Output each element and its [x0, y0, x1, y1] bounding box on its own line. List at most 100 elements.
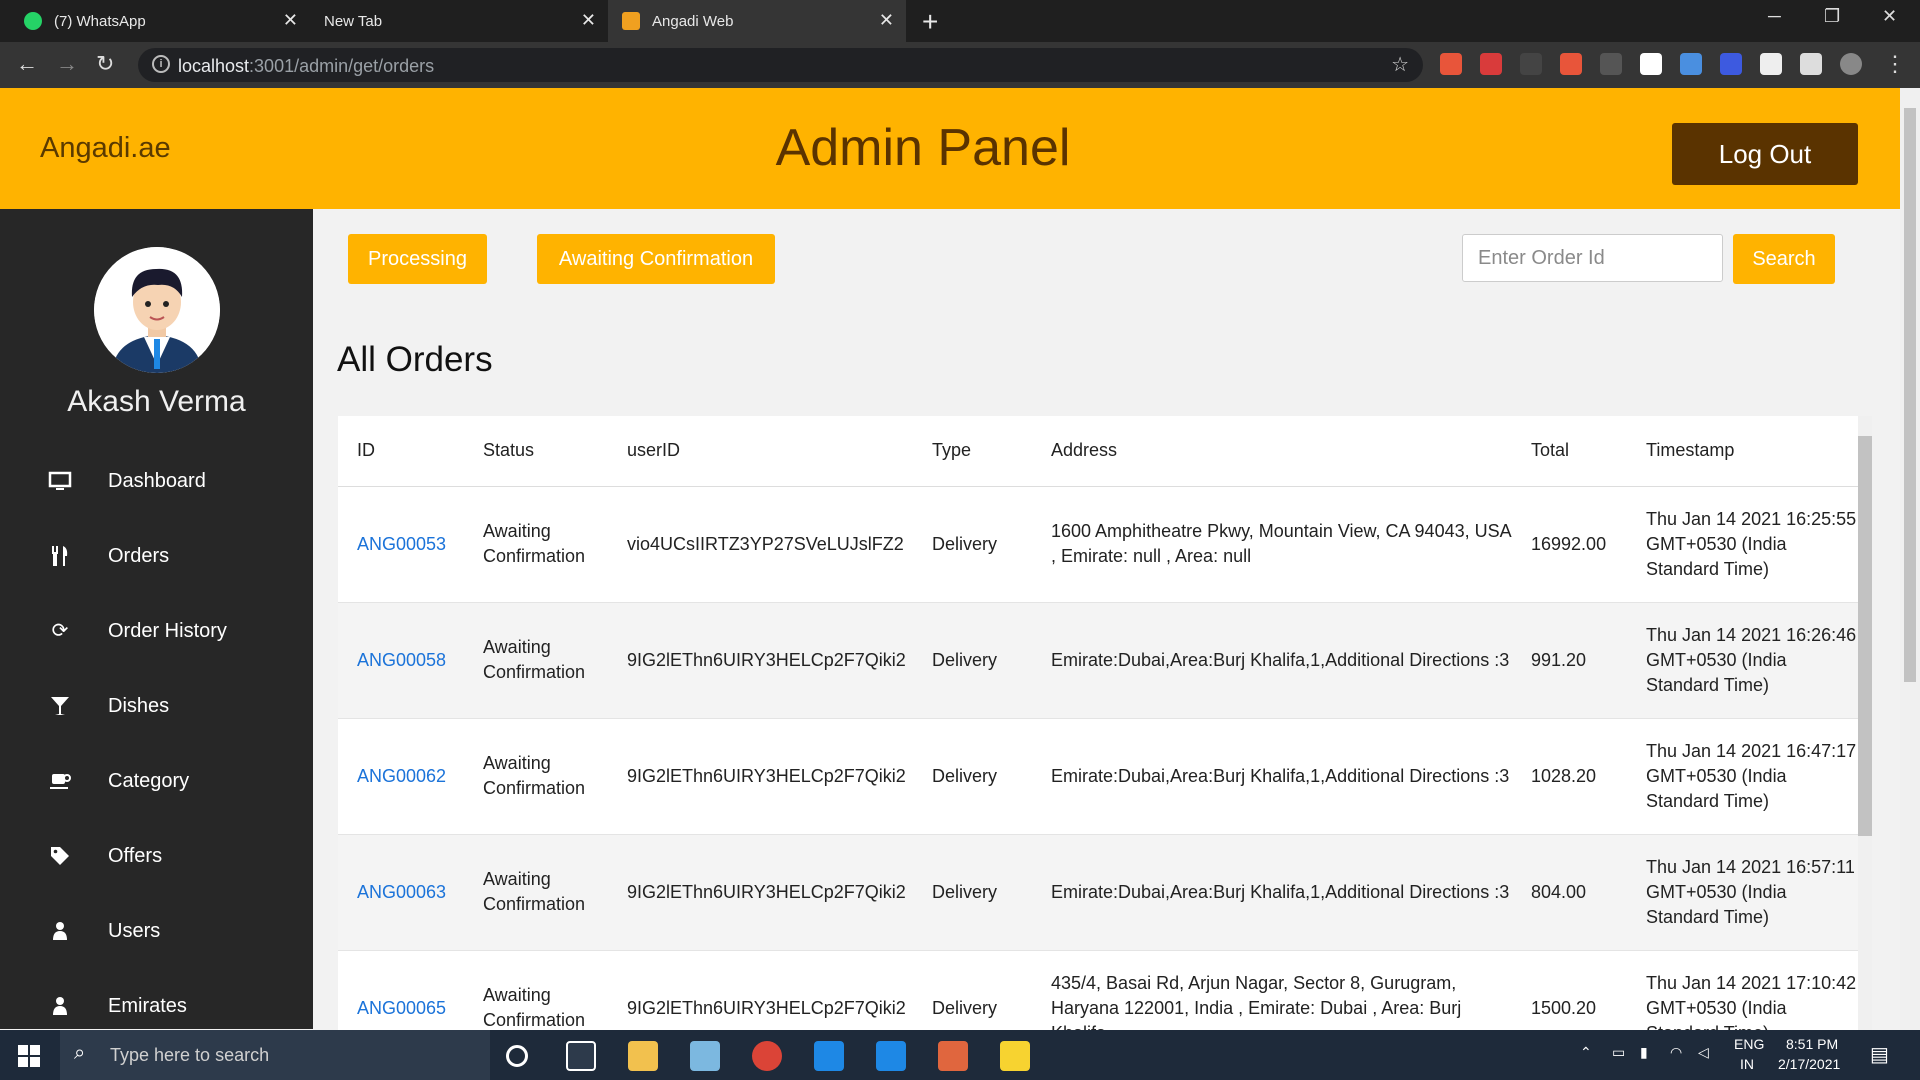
whatsapp-icon [24, 12, 42, 30]
sidebar-item-label: Dashboard [108, 469, 206, 492]
restore-icon[interactable]: ❐ [1824, 6, 1840, 27]
order-user-id: 9IG2lEThn6UIRY3HELCp2F7Qiki2 [608, 834, 913, 951]
sidebar-item-dishes[interactable]: Dishes [0, 676, 313, 736]
tab-whatsapp[interactable]: (7) WhatsApp ✕ [10, 0, 310, 42]
order-status: Awaiting Confirmation [464, 486, 608, 603]
order-user-id: 9IG2lEThn6UIRY3HELCp2F7Qiki2 [608, 602, 913, 719]
battery-icon[interactable]: ▮ [1640, 1044, 1648, 1061]
chrome-icon[interactable] [752, 1041, 782, 1071]
region-indicator: IN [1740, 1056, 1754, 1072]
order-user-id: 9IG2lEThn6UIRY3HELCp2F7Qiki2 [608, 718, 913, 835]
reload-icon[interactable]: ↻ [96, 51, 114, 77]
sidebar-item-emirates[interactable]: Emirates [0, 976, 313, 1036]
table-row[interactable]: ANG00063 Awaiting Confirmation 9IG2lEThn… [338, 834, 1858, 951]
sidebar-item-orders[interactable]: Orders [0, 526, 313, 586]
sidebar-item-offers[interactable]: Offers [0, 826, 313, 886]
tab-title: Angadi Web [652, 12, 734, 30]
sidebar-item-label: Emirates [108, 994, 187, 1017]
order-total: 804.00 [1512, 834, 1627, 951]
taskbar: ⌕ Type here to search ⌃ ▭ ▮ ◠ ◁ ENG IN 8… [0, 1030, 1920, 1080]
order-address: 435/4, Basai Rd, Arjun Nagar, Sector 8, … [1032, 950, 1512, 1030]
extension-icon[interactable] [1480, 53, 1502, 75]
order-id-search-input[interactable] [1462, 234, 1723, 282]
awaiting-confirmation-filter-button[interactable]: Awaiting Confirmation [537, 234, 775, 284]
sidebar-item-label: Order History [108, 619, 227, 642]
extension-icon[interactable] [1760, 53, 1782, 75]
tab-title: New Tab [324, 12, 383, 30]
order-status: Awaiting Confirmation [464, 834, 608, 951]
order-id-link[interactable]: ANG00053 [338, 486, 464, 603]
close-icon[interactable]: ✕ [879, 10, 894, 31]
browser-toolbar: ← → ↻ i localhost:3001/admin/get/orders … [0, 42, 1920, 88]
extension-icon[interactable] [1640, 53, 1662, 75]
cortana-icon[interactable] [506, 1045, 528, 1067]
search-button[interactable]: Search [1733, 234, 1835, 284]
taskbar-search-box[interactable]: ⌕ Type here to search [60, 1030, 490, 1080]
vscode-icon[interactable] [814, 1041, 844, 1071]
extension-icon[interactable] [1600, 53, 1622, 75]
tab-new-tab[interactable]: New Tab ✕ [310, 0, 608, 42]
sidebar-item-users[interactable]: Users [0, 901, 313, 961]
wifi-icon[interactable]: ◠ [1670, 1044, 1682, 1061]
new-tab-icon[interactable]: + [922, 6, 938, 38]
menu-kebab-icon[interactable]: ⋮ [1884, 51, 1906, 77]
sticky-notes-icon[interactable] [1000, 1041, 1030, 1071]
site-info-icon[interactable]: i [152, 55, 170, 73]
extension-icon[interactable] [1680, 53, 1702, 75]
notepad-icon[interactable] [690, 1041, 720, 1071]
extension-icon[interactable] [1720, 53, 1742, 75]
figma-icon[interactable] [938, 1041, 968, 1071]
vscode-icon[interactable] [876, 1041, 906, 1071]
forward-icon[interactable]: → [56, 51, 78, 77]
table-row[interactable]: ANG00058 Awaiting Confirmation 9IG2lEThn… [338, 602, 1858, 719]
profile-avatar-icon[interactable] [1840, 53, 1862, 75]
back-icon[interactable]: ← [16, 51, 38, 77]
sidebar-item-order-history[interactable]: ⟳ Order History [0, 601, 313, 661]
table-row[interactable]: ANG00065 Awaiting Confirmation 9IG2lEThn… [338, 950, 1858, 1030]
orders-table: ID Status userID Type Address Total Time… [338, 416, 1858, 1030]
clock-time[interactable]: 8:51 PM [1786, 1036, 1838, 1052]
tab-angadi-web[interactable]: Angadi Web ✕ [608, 0, 906, 42]
order-status: Awaiting Confirmation [464, 950, 608, 1030]
order-type: Delivery [913, 602, 1032, 719]
column-header-status: Status [464, 416, 608, 487]
minimize-icon[interactable]: ─ [1768, 6, 1781, 27]
table-scrollbar[interactable] [1858, 416, 1872, 1030]
puzzle-icon[interactable] [1800, 53, 1822, 75]
close-icon[interactable]: ✕ [283, 10, 298, 31]
order-id-link[interactable]: ANG00062 [338, 718, 464, 835]
scrollbar-thumb[interactable] [1904, 108, 1916, 682]
extension-icon[interactable] [1520, 53, 1542, 75]
order-timestamp: Thu Jan 14 2021 16:25:55 GMT+0530 (India… [1627, 486, 1858, 603]
window-close-icon[interactable]: ✕ [1882, 6, 1897, 27]
order-id-link[interactable]: ANG00058 [338, 602, 464, 719]
chevron-up-icon[interactable]: ⌃ [1580, 1044, 1592, 1061]
processing-filter-button[interactable]: Processing [348, 234, 487, 284]
sidebar-item-dashboard[interactable]: Dashboard [0, 451, 313, 511]
notification-icon[interactable]: ▤ [1870, 1042, 1889, 1067]
network-icon[interactable]: ▭ [1612, 1044, 1625, 1061]
order-user-id: 9IG2lEThn6UIRY3HELCp2F7Qiki2 [608, 950, 913, 1030]
order-id-link[interactable]: ANG00063 [338, 834, 464, 951]
close-icon[interactable]: ✕ [581, 10, 596, 31]
table-row[interactable]: ANG00062 Awaiting Confirmation 9IG2lEThn… [338, 718, 1858, 835]
extension-icon[interactable] [1440, 53, 1462, 75]
logout-button[interactable]: Log Out [1672, 123, 1858, 185]
order-type: Delivery [913, 834, 1032, 951]
sidebar-item-category[interactable]: Category [0, 751, 313, 811]
windows-start-icon[interactable] [18, 1045, 40, 1067]
task-view-icon[interactable] [566, 1041, 596, 1071]
file-explorer-icon[interactable] [628, 1041, 658, 1071]
page-scrollbar[interactable] [1900, 88, 1920, 1030]
address-bar[interactable]: i localhost:3001/admin/get/orders ☆ [138, 48, 1423, 82]
column-header-userid: userID [608, 416, 913, 487]
table-row[interactable]: ANG00053 Awaiting Confirmation vio4UCsII… [338, 486, 1858, 603]
order-id-link[interactable]: ANG00065 [338, 950, 464, 1030]
scrollbar-thumb[interactable] [1858, 436, 1872, 836]
volume-icon[interactable]: ◁ [1698, 1044, 1709, 1061]
bookmark-star-icon[interactable]: ☆ [1391, 52, 1409, 77]
language-indicator[interactable]: ENG [1734, 1036, 1764, 1052]
order-timestamp: Thu Jan 14 2021 16:47:17 GMT+0530 (India… [1627, 718, 1858, 835]
extension-icon[interactable] [1560, 53, 1582, 75]
order-total: 16992.00 [1512, 486, 1627, 603]
